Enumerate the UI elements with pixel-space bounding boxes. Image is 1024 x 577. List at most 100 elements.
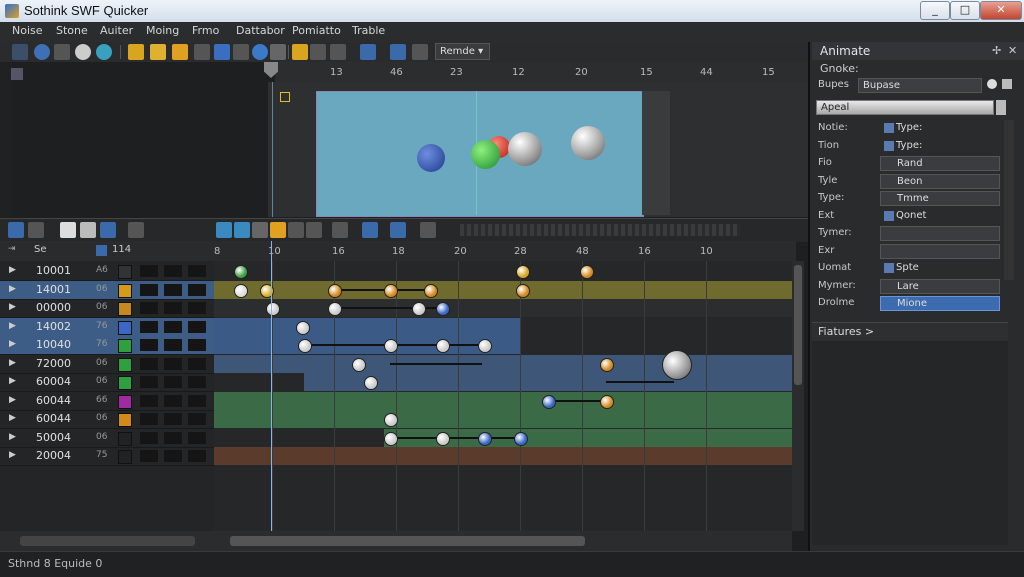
monitor-icon[interactable]: [360, 44, 376, 60]
layer-visibility-icon[interactable]: [140, 394, 158, 407]
horizontal-scroll-thumb[interactable]: [230, 536, 585, 546]
keyframe-marker[interactable]: [412, 302, 426, 316]
keyframe-marker[interactable]: [234, 265, 248, 279]
layer-outline-icon[interactable]: [188, 413, 206, 425]
close-panel-icon[interactable]: ✕: [1008, 44, 1017, 57]
keyframe-marker[interactable]: [384, 431, 398, 446]
expand-arrow-icon[interactable]: ▶: [9, 432, 16, 442]
layer-visibility-icon[interactable]: [140, 357, 158, 370]
property-value[interactable]: [880, 226, 1000, 241]
property-value[interactable]: Lare: [880, 278, 1000, 294]
undo-icon[interactable]: [234, 222, 250, 238]
layer-lock-icon[interactable]: [164, 339, 182, 351]
keyframe-preview-ball[interactable]: [662, 349, 692, 380]
layer-lock-icon[interactable]: [164, 376, 182, 388]
keyframe-marker[interactable]: [436, 302, 450, 316]
panel-icon[interactable]: [11, 68, 23, 80]
layer-row[interactable]: ▶ 20004 75: [0, 447, 214, 466]
menu-item[interactable]: Auiter: [100, 24, 133, 37]
layer-lock-icon[interactable]: [164, 450, 182, 462]
property-row[interactable]: Uomat Spte: [818, 261, 1008, 278]
layer-row[interactable]: ▶ 50004 06: [0, 429, 214, 448]
layer-color-swatch[interactable]: [118, 339, 132, 353]
property-row[interactable]: Ext Qonet: [818, 209, 1008, 226]
keyframe-marker[interactable]: [436, 339, 450, 353]
keyframe-marker[interactable]: [352, 357, 366, 372]
folder-icon[interactable]: [80, 222, 96, 238]
property-row[interactable]: Fio Rand: [818, 156, 1008, 173]
keyframe-marker[interactable]: [328, 283, 342, 298]
layer-outline-icon[interactable]: [188, 376, 206, 388]
layer-visibility-icon[interactable]: [140, 339, 158, 351]
layer-lock-icon[interactable]: [164, 357, 182, 370]
property-value[interactable]: [880, 243, 1000, 259]
table-icon[interactable]: [390, 44, 406, 60]
layer-lock-icon[interactable]: [164, 320, 182, 333]
layer-row[interactable]: ▶ 10040 76: [0, 336, 214, 355]
property-value[interactable]: Beon: [880, 173, 1000, 189]
layer-color-swatch[interactable]: [118, 450, 132, 464]
layer-color-swatch[interactable]: [118, 265, 132, 279]
settings-gear-icon[interactable]: [1002, 79, 1012, 89]
keyframe-marker[interactable]: [364, 376, 378, 390]
frame-icon[interactable]: [420, 222, 436, 238]
layer-scrollbar[interactable]: [0, 531, 214, 551]
expand-arrow-icon[interactable]: ▶: [9, 450, 16, 460]
keyframe-marker[interactable]: [600, 394, 614, 409]
copy-icon[interactable]: [310, 44, 326, 60]
layer-visibility-icon[interactable]: [140, 283, 158, 296]
layer-color-swatch[interactable]: [118, 320, 132, 335]
layer-outline-icon[interactable]: [188, 394, 206, 407]
refresh-icon[interactable]: [252, 44, 268, 60]
keyframe-marker[interactable]: [516, 283, 530, 298]
layer-menu-icon[interactable]: [28, 222, 44, 238]
tween-icon[interactable]: [252, 222, 268, 238]
layer-visibility-icon[interactable]: [140, 320, 158, 333]
anchor-handle-icon[interactable]: [280, 92, 290, 102]
ball-tool-icon[interactable]: [75, 44, 91, 60]
track-lane[interactable]: [214, 317, 520, 336]
layer-icon[interactable]: [292, 44, 308, 60]
list-icon[interactable]: [332, 222, 348, 238]
expand-arrow-icon[interactable]: ▶: [9, 413, 16, 423]
delete-layer-icon[interactable]: [100, 222, 116, 238]
expand-arrow-icon[interactable]: ▶: [9, 302, 16, 312]
timeline-tracks[interactable]: [214, 261, 792, 551]
property-value[interactable]: Qonet: [880, 209, 1000, 224]
keyframe-marker[interactable]: [478, 339, 492, 353]
lock-icon[interactable]: [96, 245, 107, 256]
render-icon[interactable]: [412, 44, 428, 60]
layer-lock-icon[interactable]: [164, 265, 182, 277]
layer-scroll-thumb[interactable]: [20, 536, 195, 546]
property-row[interactable]: Drolme Mione: [818, 296, 1008, 313]
keyframe-marker[interactable]: [296, 320, 310, 335]
layer-row[interactable]: ▶ 60044 06: [0, 410, 214, 429]
layer-row[interactable]: ▶ 14001 06: [0, 280, 214, 300]
layer-color-swatch[interactable]: [118, 302, 132, 316]
property-value[interactable]: Rand: [880, 156, 1000, 171]
cursor-dropdown-icon[interactable]: [128, 222, 144, 238]
menu-item[interactable]: Trable: [352, 24, 385, 37]
property-row[interactable]: Mymer: Lare: [818, 278, 1008, 296]
menu-item[interactable]: Moing: [146, 24, 179, 37]
arrow-left-icon[interactable]: [128, 44, 144, 60]
menu-item[interactable]: Pomiatto: [292, 24, 341, 37]
property-row[interactable]: Exr: [818, 243, 1008, 261]
fast-forward-icon[interactable]: [172, 44, 188, 60]
layer-color-swatch[interactable]: [118, 431, 132, 446]
layer-color-swatch[interactable]: [118, 394, 132, 409]
keyframe-marker[interactable]: [424, 283, 438, 298]
layer-lock-icon[interactable]: [164, 283, 182, 296]
layer-outline-icon[interactable]: [188, 431, 206, 444]
close-button[interactable]: ✕: [980, 1, 1022, 20]
menu-item[interactable]: Stone: [56, 24, 88, 37]
settings-icon[interactable]: [270, 44, 286, 60]
layer-visibility-icon[interactable]: [140, 376, 158, 388]
layer-color-swatch[interactable]: [118, 413, 132, 427]
scroll-thumb[interactable]: [794, 265, 802, 385]
layer-lock-icon[interactable]: [164, 302, 182, 314]
layer-visibility-icon[interactable]: [140, 265, 158, 277]
rotate-tool-icon[interactable]: [34, 44, 50, 60]
keyframe-marker[interactable]: [478, 431, 492, 446]
layer-outline-icon[interactable]: [188, 302, 206, 314]
